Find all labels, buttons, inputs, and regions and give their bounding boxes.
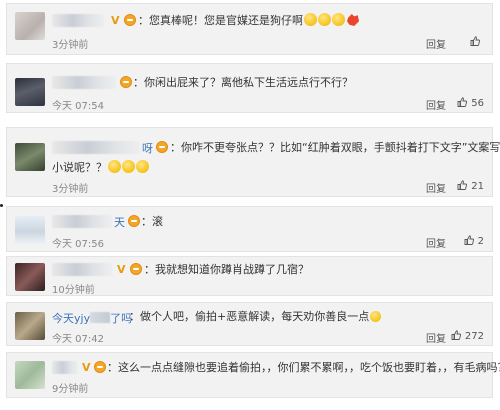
thumbs-up-icon bbox=[451, 330, 461, 340]
member-badge-icon bbox=[156, 141, 168, 153]
like-button[interactable]: 21 bbox=[457, 180, 484, 192]
comment-card: 呀 ：你咋不更夸张点？？比如“红肿着双眼，手颤抖着打下文字”文案写 小说呢？？ … bbox=[6, 127, 500, 197]
comment-text: ：这么一点点缝隙也要追着偷拍，，你们累不累啊，，吃个饭也要盯着，，有毛病吗？ bbox=[107, 359, 500, 376]
comment-text: ：你咋不更夸张点？？比如“红肿着双眼，手颤抖着打下文字”文案写 bbox=[170, 139, 500, 156]
avatar[interactable] bbox=[15, 12, 45, 40]
comment-card: V ：您真棒呢！您是官媒还是狗仔啊 3分钟前 回复 bbox=[6, 3, 493, 55]
comment-time: 今天 07:54 bbox=[52, 101, 104, 112]
reply-button[interactable]: 回复 bbox=[426, 97, 446, 112]
comment-card: 今天yjy 了吗 ：做个人吧，偷拍+恶意解读，每天劝你善良一点 今天 07:42 … bbox=[6, 302, 493, 346]
username[interactable]: 呀 bbox=[142, 140, 153, 156]
reply-button[interactable]: 回复 bbox=[426, 180, 446, 195]
laugh-emoji-icon bbox=[136, 160, 149, 173]
comment-card: V ：我就想知道你蹲肖战蹲了几宿？ 10分钟前 bbox=[6, 256, 493, 296]
avatar[interactable] bbox=[15, 216, 45, 244]
laugh-emoji-icon bbox=[122, 160, 135, 173]
reply-button[interactable]: 回复 bbox=[426, 235, 446, 250]
avatar[interactable] bbox=[15, 78, 45, 106]
comment-text-line-2: 小说呢？？ bbox=[52, 161, 107, 174]
avatar[interactable] bbox=[15, 361, 45, 389]
comment-time: 9分钟前 bbox=[52, 384, 89, 395]
member-badge-icon bbox=[94, 361, 106, 373]
comment-text-content: ：做个人吧，偷拍+恶意解读，每天劝你善良一点 bbox=[129, 310, 370, 323]
comment-text: 小说呢？？ bbox=[52, 159, 149, 176]
vip-badge-icon: V bbox=[111, 14, 120, 27]
thumbs-up-icon bbox=[457, 97, 468, 107]
laugh-emoji-icon bbox=[332, 13, 345, 26]
like-count: 2 bbox=[477, 236, 484, 247]
comment-text-content: ：你闲出屁来了？离他私下生活远点行不行？ bbox=[133, 76, 353, 89]
avatar[interactable] bbox=[15, 263, 45, 291]
vip-badge-icon: V bbox=[117, 263, 126, 276]
username-blurred[interactable] bbox=[52, 14, 104, 27]
comment-text-content: ：您真棒呢！您是官媒还是狗仔啊 bbox=[138, 14, 303, 27]
comment-text-line-1: ：你咋不更夸张点？？比如“红肿着双眼，手颤抖着打下文字”文案写 bbox=[170, 141, 500, 154]
reply-button[interactable]: 回复 bbox=[426, 36, 446, 51]
comment-card: 天 ：滚 今天 07:56 回复 2 bbox=[6, 206, 493, 252]
comment-text: ：你闲出屁来了？离他私下生活远点行不行？ bbox=[133, 74, 353, 91]
reply-button[interactable]: 回复 bbox=[426, 330, 446, 345]
comment-card: ：你闲出屁来了？离他私下生活远点行不行？ 今天 07:54 回复 56 bbox=[6, 63, 493, 113]
comment-time: 今天 07:56 bbox=[52, 239, 104, 250]
vip-badge-icon: V bbox=[82, 361, 91, 374]
username-blurred bbox=[90, 312, 111, 323]
thumbs-up-icon bbox=[464, 235, 474, 245]
comment-card: V ：这么一点点缝隙也要追着偷拍，，你们累不累啊，，吃个饭也要盯着，，有毛病吗？… bbox=[6, 352, 500, 398]
comment-text: ：做个人吧，偷拍+恶意解读，每天劝你善良一点 bbox=[129, 308, 382, 325]
comment-time: 3分钟前 bbox=[52, 40, 89, 51]
comment-text: ：我就想知道你蹲肖战蹲了几宿？ bbox=[144, 261, 309, 278]
comment-text-content: ：我就想知道你蹲肖战蹲了几宿？ bbox=[144, 263, 309, 276]
username-blurred[interactable] bbox=[52, 263, 112, 276]
like-button[interactable]: 272 bbox=[451, 330, 484, 342]
username-blurred[interactable] bbox=[52, 141, 140, 154]
laugh-emoji-icon bbox=[304, 13, 317, 26]
comment-text-content: ：滚 bbox=[141, 215, 163, 228]
like-count: 56 bbox=[471, 98, 484, 109]
flower-emoji-icon bbox=[347, 14, 359, 26]
member-badge-icon bbox=[124, 14, 136, 26]
username[interactable]: 天 bbox=[114, 214, 125, 230]
username[interactable]: 今天yjy 了吗 bbox=[52, 310, 132, 326]
avatar[interactable] bbox=[15, 143, 45, 171]
comment-text: ：您真棒呢！您是官媒还是狗仔啊 bbox=[138, 12, 359, 29]
username-blurred[interactable] bbox=[52, 76, 116, 89]
username-blurred[interactable] bbox=[52, 215, 112, 228]
bullet-dot bbox=[0, 204, 3, 207]
laugh-emoji-icon bbox=[108, 160, 121, 173]
laugh-emoji-icon bbox=[318, 13, 331, 26]
like-button[interactable]: 2 bbox=[464, 235, 484, 247]
thumbs-up-icon bbox=[470, 36, 480, 46]
comment-text: ：滚 bbox=[141, 213, 163, 230]
member-badge-icon bbox=[128, 215, 140, 227]
avatar[interactable] bbox=[15, 312, 45, 340]
comment-time: 10分钟前 bbox=[52, 285, 95, 296]
username-text: 今天yjy bbox=[52, 312, 91, 325]
like-button[interactable] bbox=[470, 36, 484, 48]
member-badge-icon bbox=[120, 76, 132, 88]
member-badge-icon bbox=[130, 263, 142, 275]
like-count: 21 bbox=[471, 181, 484, 192]
thumbs-up-icon bbox=[457, 180, 468, 190]
comment-time: 今天 07:42 bbox=[52, 334, 104, 345]
like-button[interactable]: 56 bbox=[457, 97, 484, 109]
comment-text-content: ：这么一点点缝隙也要追着偷拍，，你们累不累啊，，吃个饭也要盯着，，有毛病吗？ bbox=[107, 361, 500, 374]
comment-time: 3分钟前 bbox=[52, 184, 89, 195]
username-blurred[interactable] bbox=[52, 361, 78, 374]
smile-emoji-icon bbox=[370, 311, 382, 322]
like-count: 272 bbox=[464, 331, 484, 342]
